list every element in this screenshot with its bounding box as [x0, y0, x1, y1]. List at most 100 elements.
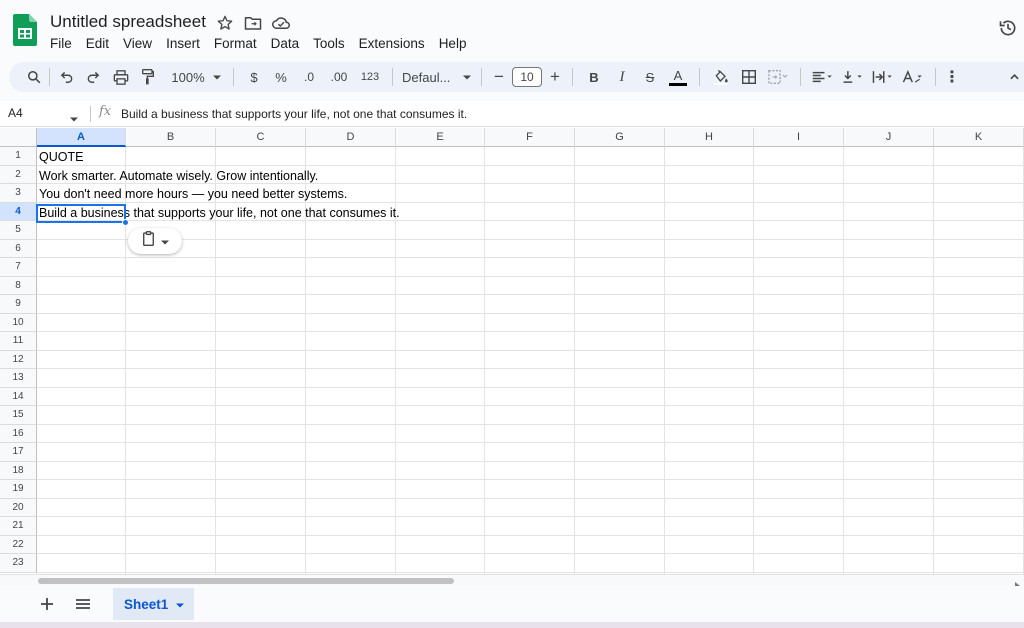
row-header-8[interactable]: 8: [0, 276, 37, 295]
menu-file[interactable]: File: [43, 34, 79, 53]
name-box-dropdown-icon[interactable]: [70, 109, 78, 127]
all-sheets-icon[interactable]: [76, 596, 90, 614]
row-header-9[interactable]: 9: [0, 295, 37, 314]
document-title[interactable]: Untitled spreadsheet: [50, 12, 206, 32]
more-options-button[interactable]: ⋮: [943, 65, 961, 89]
row-header-1[interactable]: 1: [0, 147, 37, 166]
percent-format-button[interactable]: %: [267, 65, 295, 89]
select-all-corner[interactable]: [0, 128, 37, 147]
zoom-dropdown-icon[interactable]: [208, 65, 226, 89]
strikethrough-button[interactable]: S: [636, 65, 664, 89]
spreadsheet-grid[interactable]: ABCDEFGHIJK 1 2 3 4 5 6 7 8 9 10 11 12 13 14 15 16 17 18 1…: [0, 128, 1024, 574]
italic-button[interactable]: I: [608, 65, 636, 89]
column-header-j[interactable]: J: [844, 128, 934, 147]
row-header-16[interactable]: 16: [0, 424, 37, 443]
row-header-23[interactable]: 23: [0, 554, 37, 573]
row-gridline: [37, 534, 1024, 536]
column-header-a[interactable]: A: [37, 128, 126, 147]
move-folder-icon[interactable]: [243, 13, 263, 33]
increase-decimal-button[interactable]: .00: [323, 65, 355, 89]
search-menus-icon[interactable]: [23, 65, 45, 89]
column-header-e[interactable]: E: [396, 128, 485, 147]
column-header-i[interactable]: I: [754, 128, 844, 147]
sheet-tab-dropdown-icon[interactable]: [176, 595, 185, 613]
version-history-icon[interactable]: [998, 18, 1018, 38]
menu-format[interactable]: Format: [207, 34, 264, 53]
row-header-12[interactable]: 12: [0, 350, 37, 369]
paint-format-icon[interactable]: [136, 65, 160, 89]
increase-font-size-button[interactable]: +: [545, 65, 565, 89]
cell-a1[interactable]: QUOTE: [39, 150, 83, 164]
cloud-saved-icon[interactable]: [271, 13, 291, 33]
font-dropdown-icon[interactable]: [460, 65, 474, 89]
row-header-19[interactable]: 19: [0, 480, 37, 499]
text-color-button[interactable]: A: [664, 65, 692, 89]
chevron-down-icon: [160, 232, 169, 250]
fill-color-icon[interactable]: [707, 65, 735, 89]
add-sheet-icon[interactable]: [41, 594, 53, 615]
zoom-value[interactable]: 100%: [168, 65, 208, 89]
formula-input[interactable]: Build a business that supports your life…: [121, 107, 467, 121]
menu-data[interactable]: Data: [264, 34, 307, 53]
font-size-input[interactable]: 10: [512, 67, 542, 87]
sheet-tab-sheet1[interactable]: Sheet1: [113, 588, 194, 620]
row-header-14[interactable]: 14: [0, 387, 37, 406]
fill-handle[interactable]: [122, 219, 129, 226]
menu-edit[interactable]: Edit: [79, 34, 116, 53]
row-header-20[interactable]: 20: [0, 498, 37, 517]
cell-a3[interactable]: You don't need more hours — you need bet…: [39, 187, 347, 201]
decrease-decimal-button[interactable]: .0: [295, 65, 323, 89]
name-box[interactable]: A4: [8, 106, 23, 120]
column-header-f[interactable]: F: [485, 128, 575, 147]
redo-icon[interactable]: [80, 65, 106, 89]
sheets-logo-icon[interactable]: [13, 14, 37, 46]
menu-insert[interactable]: Insert: [159, 34, 207, 53]
column-header-d[interactable]: D: [306, 128, 396, 147]
vertical-align-icon[interactable]: [838, 65, 868, 89]
row-header-6[interactable]: 6: [0, 239, 37, 258]
column-header-g[interactable]: G: [575, 128, 665, 147]
menu-help[interactable]: Help: [432, 34, 474, 53]
row-header-7[interactable]: 7: [0, 258, 37, 277]
font-select[interactable]: Defaul...: [400, 65, 460, 89]
text-rotation-icon[interactable]: [898, 65, 928, 89]
undo-icon[interactable]: [54, 65, 80, 89]
paste-options-chip[interactable]: [128, 228, 182, 254]
cell-a2[interactable]: Work smarter. Automate wisely. Grow inte…: [39, 169, 318, 183]
star-icon[interactable]: [215, 13, 235, 33]
column-header-k[interactable]: K: [934, 128, 1024, 147]
scrollbar-thumb[interactable]: [38, 578, 454, 584]
bold-button[interactable]: B: [580, 65, 608, 89]
column-header-b[interactable]: B: [126, 128, 216, 147]
column-header-h[interactable]: H: [665, 128, 754, 147]
row-header-4[interactable]: 4: [0, 202, 37, 221]
menu-view[interactable]: View: [116, 34, 159, 53]
row-gridline: [37, 312, 1024, 314]
more-formats-button[interactable]: 123: [355, 65, 385, 89]
menu-tools[interactable]: Tools: [306, 34, 352, 53]
decrease-font-size-button[interactable]: −: [489, 65, 509, 89]
merge-cells-icon[interactable]: [763, 65, 793, 89]
row-header-18[interactable]: 18: [0, 461, 37, 480]
menu-extensions[interactable]: Extensions: [352, 34, 432, 53]
currency-format-button[interactable]: $: [241, 65, 267, 89]
horizontal-scrollbar[interactable]: [0, 574, 1024, 590]
print-icon[interactable]: [106, 65, 136, 89]
row-gridline: [37, 368, 1024, 369]
row-header-11[interactable]: 11: [0, 332, 37, 351]
borders-icon[interactable]: [735, 65, 763, 89]
row-header-13[interactable]: 13: [0, 369, 37, 388]
row-header-3[interactable]: 3: [0, 184, 37, 203]
row-header-17[interactable]: 17: [0, 443, 37, 462]
row-header-2[interactable]: 2: [0, 165, 37, 184]
row-header-15[interactable]: 15: [0, 406, 37, 425]
row-header-22[interactable]: 22: [0, 535, 37, 554]
horizontal-align-icon[interactable]: [808, 65, 838, 89]
row-header-5[interactable]: 5: [0, 221, 37, 240]
collapse-menus-icon[interactable]: [1007, 65, 1021, 89]
row-header-21[interactable]: 21: [0, 517, 37, 536]
title-bar: Untitled spreadsheet File Edit View Inse…: [0, 0, 1024, 58]
row-header-10[interactable]: 10: [0, 313, 37, 332]
text-wrapping-icon[interactable]: [868, 65, 898, 89]
column-header-c[interactable]: C: [216, 128, 306, 147]
